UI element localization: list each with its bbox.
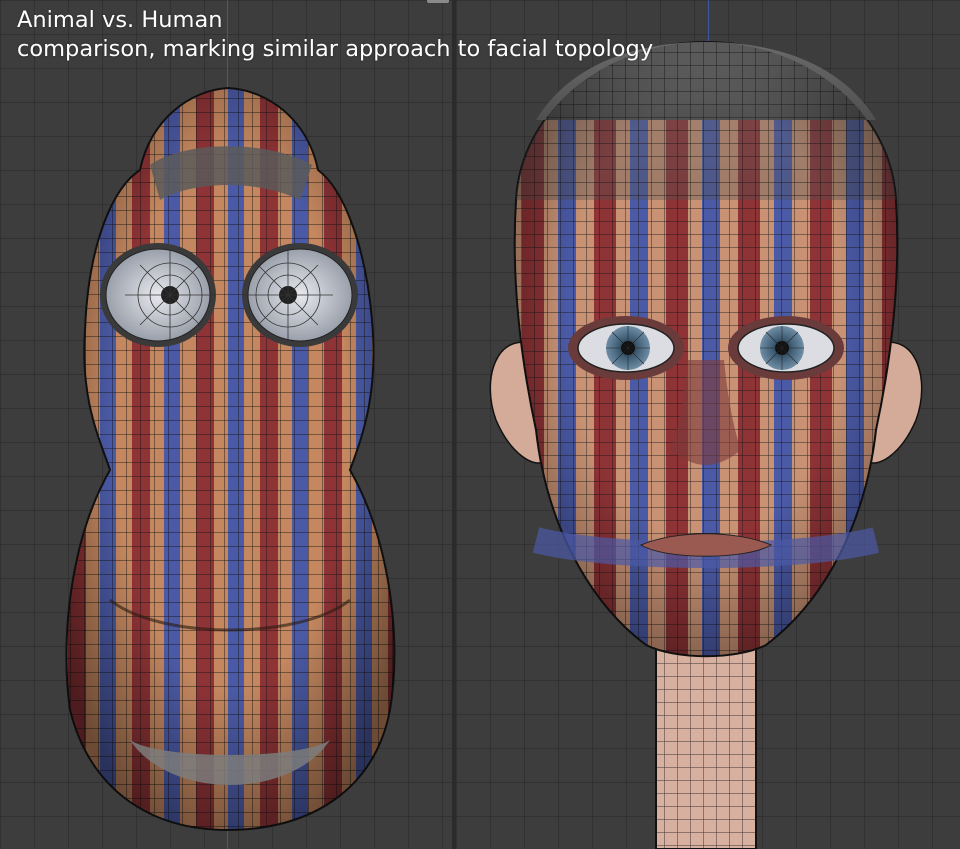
animal-head-shape xyxy=(65,86,396,832)
animal-head-model xyxy=(65,86,396,832)
animal-left-eye xyxy=(100,243,216,347)
human-right-eye xyxy=(728,316,844,380)
caption-title: Animal vs. Human xyxy=(17,7,223,33)
caption-subtitle: comparison, marking similar approach to … xyxy=(17,36,654,62)
human-left-eye xyxy=(568,316,684,380)
human-neck xyxy=(655,639,757,849)
area-split-handle[interactable] xyxy=(427,0,449,3)
human-viewport[interactable] xyxy=(456,0,960,849)
animal-viewport[interactable] xyxy=(0,0,452,849)
caption-overlay: Animal vs. Human comparison, marking sim… xyxy=(17,6,653,64)
human-head-model xyxy=(489,40,923,849)
animal-right-eye xyxy=(242,243,358,347)
